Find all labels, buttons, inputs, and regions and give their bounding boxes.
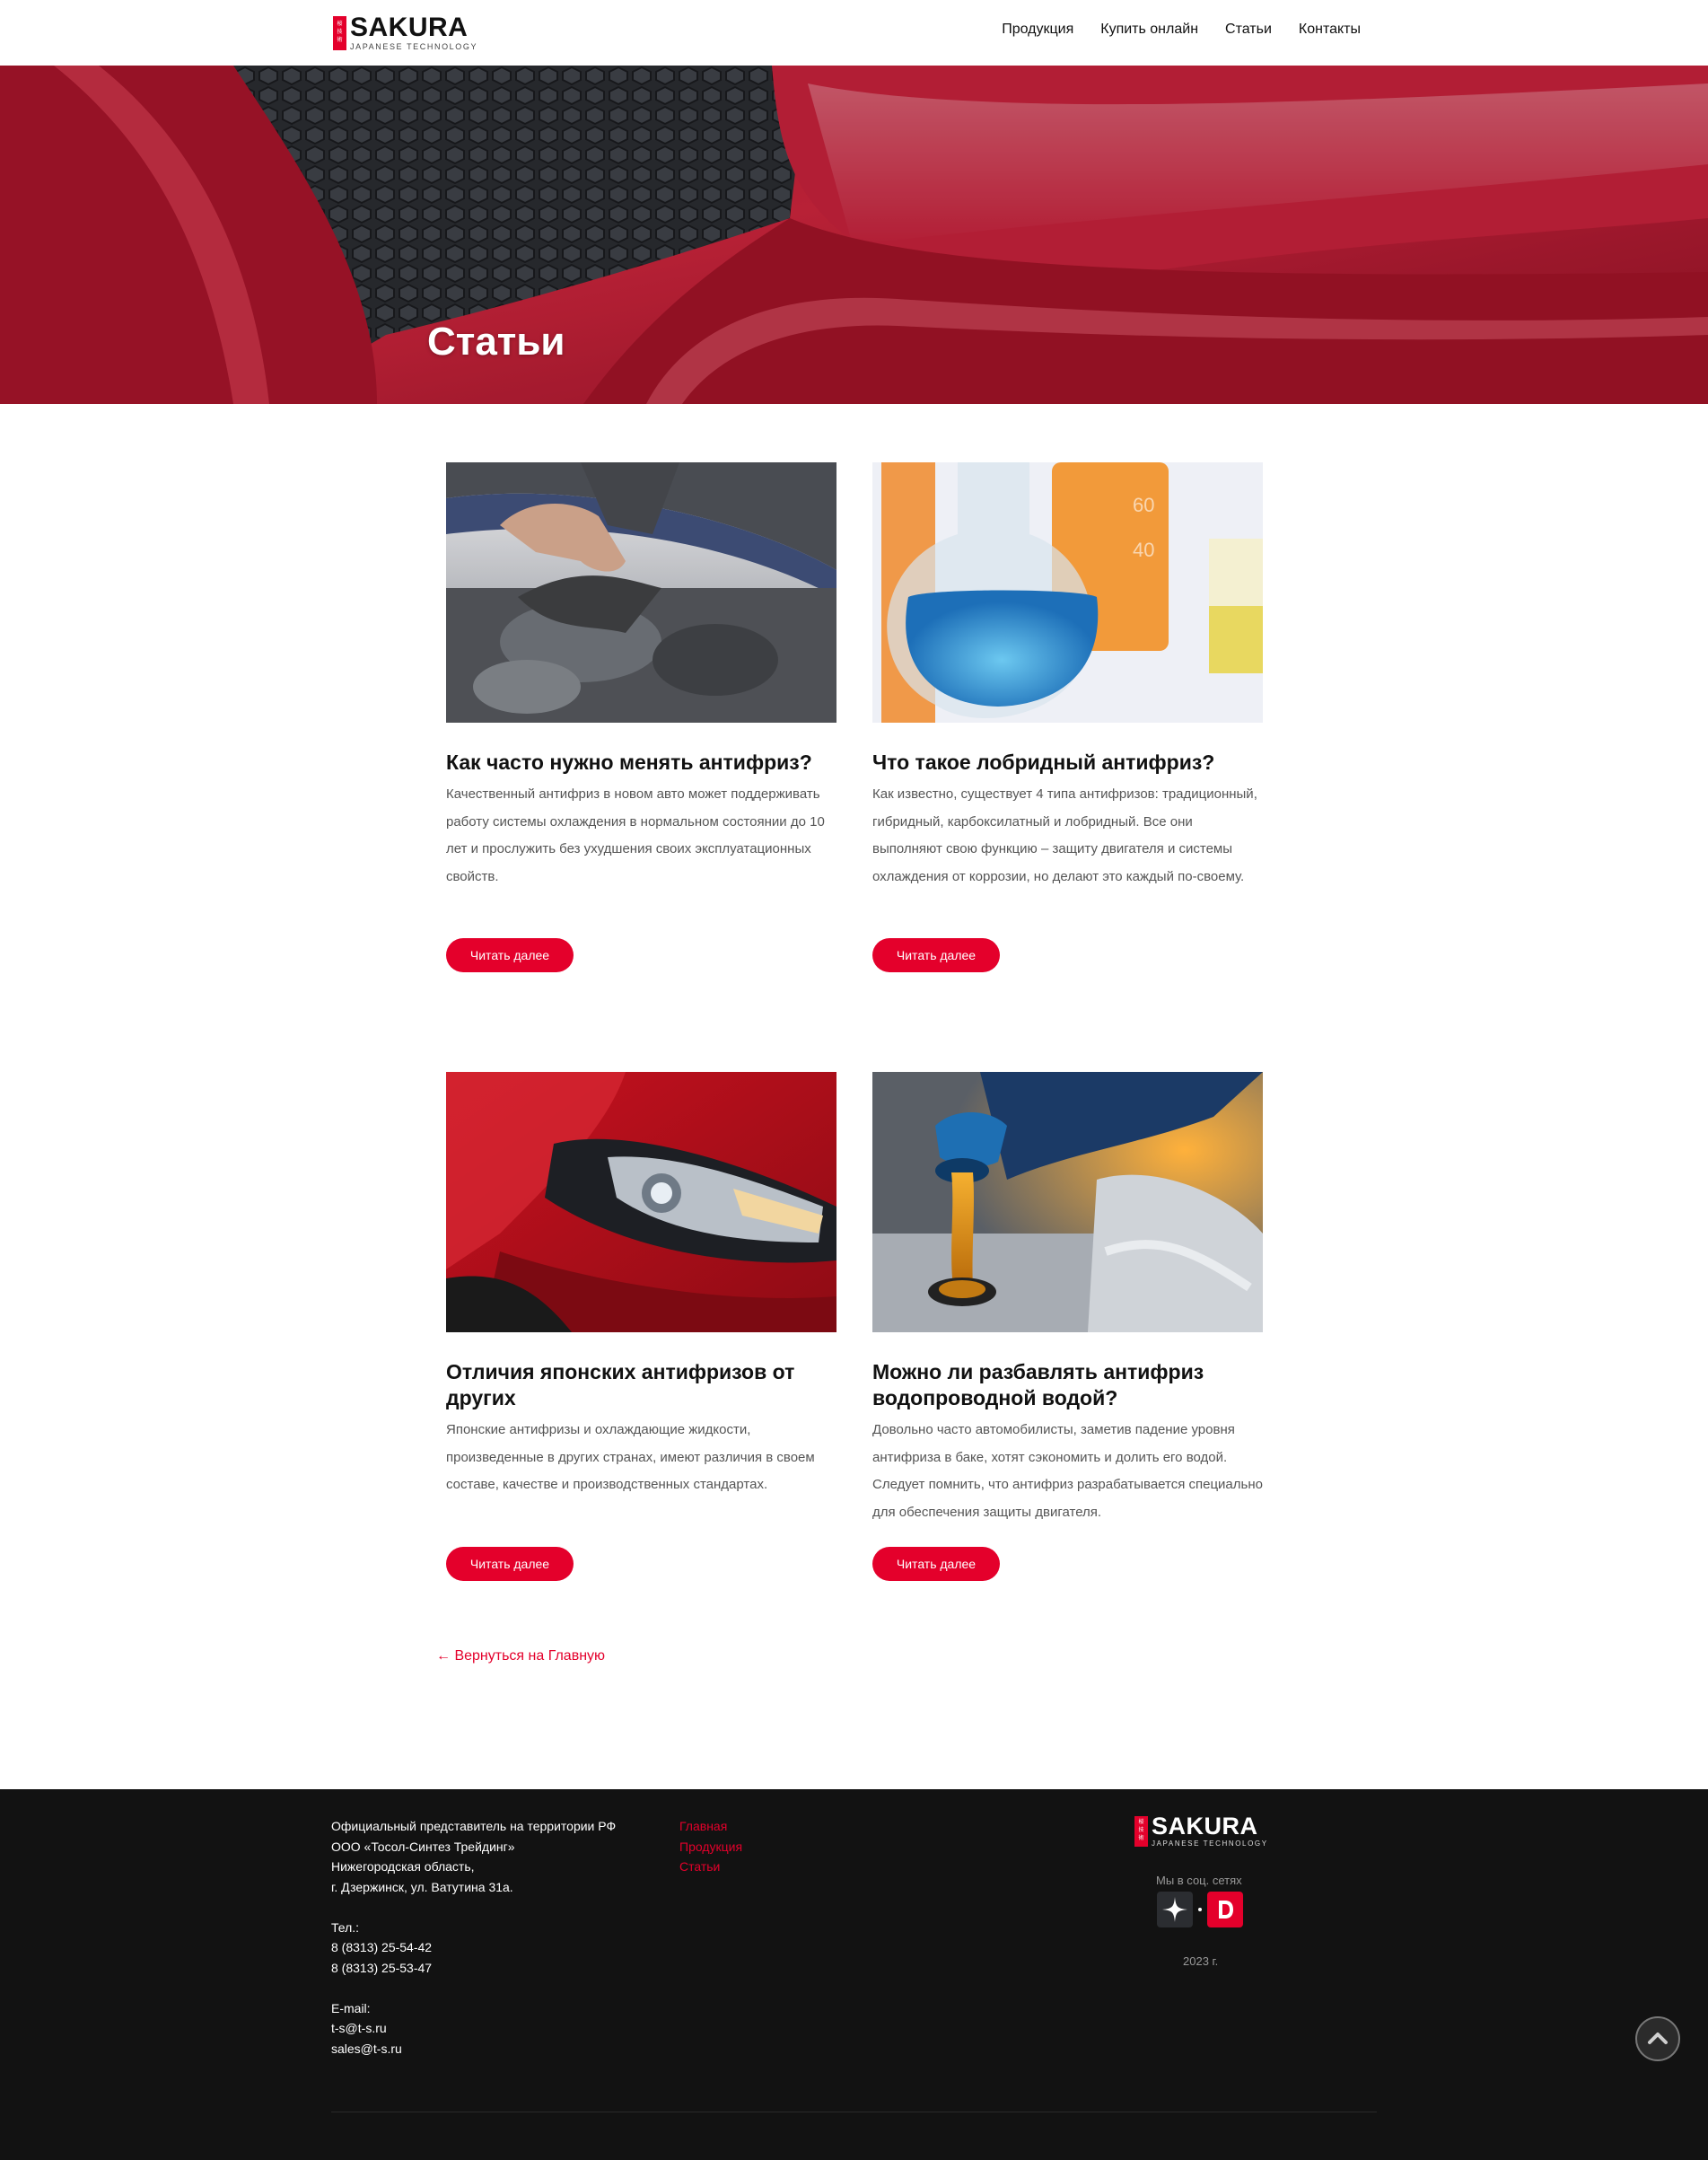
page-title: Статьи bbox=[427, 320, 565, 364]
scroll-top-button[interactable] bbox=[1635, 2016, 1680, 2061]
nav-item-buy-online[interactable]: Купить онлайн bbox=[1100, 22, 1198, 38]
article-card: 60 40 Что такое лобридный антифриз? Как … bbox=[872, 462, 1263, 972]
svg-text:60: 60 bbox=[1133, 494, 1154, 516]
copyright-year: 2023 г. bbox=[1183, 1954, 1219, 1968]
footer-address-line: Официальный представитель на территории … bbox=[331, 1819, 617, 1833]
hero-banner: Статьи bbox=[0, 66, 1708, 404]
article-card: Можно ли разбавлять антифриз водопроводн… bbox=[872, 1072, 1263, 1581]
footer-link-articles[interactable]: Статьи bbox=[679, 1857, 742, 1877]
article-image-engine[interactable] bbox=[446, 462, 836, 723]
zen-star-icon[interactable] bbox=[1157, 1892, 1193, 1927]
article-title[interactable]: Отличия японских антифризов от других bbox=[446, 1359, 836, 1411]
article-excerpt: Качественный антифриз в новом авто может… bbox=[446, 786, 825, 884]
logo-mark-icon: 桜技術 bbox=[1134, 1815, 1148, 1847]
logo-brand: SAKURA bbox=[350, 13, 469, 42]
footer-link-products[interactable]: Продукция bbox=[679, 1837, 742, 1857]
dzen-d-icon[interactable] bbox=[1207, 1892, 1243, 1927]
footer-email[interactable]: sales@t-s.ru bbox=[331, 2039, 616, 2059]
footer-link-home[interactable]: Главная bbox=[679, 1816, 742, 1837]
site-footer: Официальный представитель на территории … bbox=[0, 1789, 1708, 2160]
article-excerpt: Довольно часто автомобилисты, заметив па… bbox=[872, 1422, 1263, 1520]
article-title[interactable]: Что такое лобридный антифриз? bbox=[872, 750, 1263, 776]
footer-address-line: г. Дзержинск, ул. Ватутина 31а. bbox=[331, 1879, 513, 1894]
footer-address-line: Нижегородская область, bbox=[331, 1859, 475, 1874]
logo-tagline: JAPANESE TECHNOLOGY bbox=[1152, 1840, 1268, 1848]
article-title[interactable]: Можно ли разбавлять антифриз водопроводн… bbox=[872, 1359, 1263, 1411]
article-image-red-car[interactable] bbox=[446, 1072, 836, 1332]
footer-phone[interactable]: 8 (8313) 25-53-47 bbox=[331, 1958, 616, 1979]
nav-item-articles[interactable]: Статьи bbox=[1225, 22, 1272, 38]
footer-nav: Главная Продукция Статьи bbox=[679, 1816, 742, 1877]
footer-logo[interactable]: 桜技術 SAKURA JAPANESE TECHNOLOGY bbox=[1134, 1814, 1268, 1848]
site-header: 桜技術 SAKURA JAPANESE TECHNOLOGY Продукция… bbox=[0, 0, 1708, 66]
social-label: Мы в соц. сетях bbox=[1156, 1874, 1242, 1887]
article-card: Отличия японских антифризов от других Яп… bbox=[446, 1072, 836, 1581]
hero-car-image bbox=[0, 66, 1708, 404]
read-more-button[interactable]: Читать далее bbox=[872, 938, 1000, 972]
footer-phone-label: Тел.: bbox=[331, 1919, 360, 1935]
footer-contacts: Официальный представитель на территории … bbox=[331, 1816, 616, 2059]
article-card: Как часто нужно менять антифриз? Качеств… bbox=[446, 462, 836, 972]
read-more-button[interactable]: Читать далее bbox=[446, 938, 574, 972]
nav-item-contacts[interactable]: Контакты bbox=[1299, 22, 1361, 38]
logo-tagline: JAPANESE TECHNOLOGY bbox=[350, 42, 478, 51]
main-nav: Продукция Купить онлайн Статьи Контакты bbox=[1002, 22, 1361, 38]
footer-phone[interactable]: 8 (8313) 25-54-42 bbox=[331, 1937, 616, 1958]
article-excerpt: Японские антифризы и охлаждающие жидкост… bbox=[446, 1422, 815, 1492]
footer-address-line: ООО «Тосол-Синтез Трейдинг» bbox=[331, 1839, 515, 1854]
chevron-up-icon bbox=[1648, 2033, 1668, 2044]
read-more-button[interactable]: Читать далее bbox=[446, 1547, 574, 1581]
back-home-link[interactable]: ← Вернуться на Главную bbox=[436, 1648, 605, 1664]
social-links bbox=[1157, 1892, 1243, 1927]
footer-email-label: E-mail: bbox=[331, 2000, 371, 2015]
article-excerpt: Как известно, существует 4 типа антифриз… bbox=[872, 786, 1257, 884]
footer-email[interactable]: t-s@t-s.ru bbox=[331, 2018, 616, 2039]
header-logo[interactable]: 桜技術 SAKURA JAPANESE TECHNOLOGY bbox=[333, 14, 477, 51]
article-image-flask[interactable]: 60 40 bbox=[872, 462, 1263, 723]
separator-dot bbox=[1198, 1908, 1202, 1911]
article-title[interactable]: Как часто нужно менять антифриз? bbox=[446, 750, 836, 776]
svg-text:40: 40 bbox=[1133, 539, 1154, 561]
nav-item-products[interactable]: Продукция bbox=[1002, 22, 1073, 38]
article-image-pouring-oil[interactable] bbox=[872, 1072, 1263, 1332]
logo-brand: SAKURA bbox=[1152, 1813, 1258, 1840]
read-more-button[interactable]: Читать далее bbox=[872, 1547, 1000, 1581]
logo-mark-icon: 桜技術 bbox=[333, 15, 346, 50]
